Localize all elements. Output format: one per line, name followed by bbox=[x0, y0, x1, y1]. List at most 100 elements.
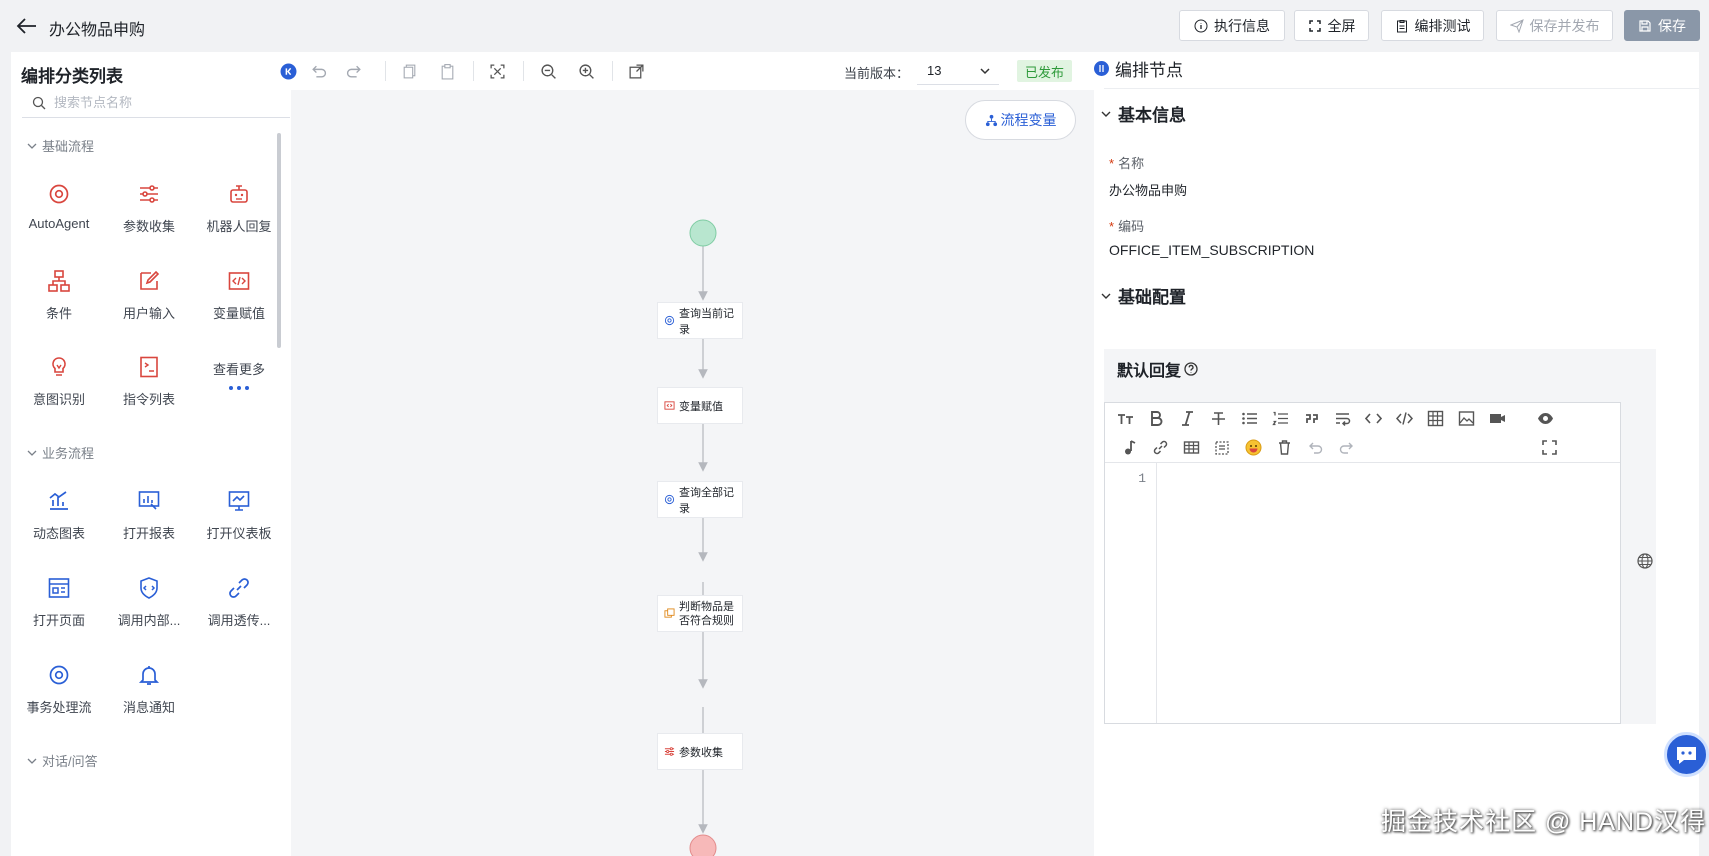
code-label-text: 编码 bbox=[1118, 219, 1145, 234]
version-select[interactable]: 13 bbox=[917, 58, 999, 85]
assistant-float-button[interactable] bbox=[1664, 732, 1709, 777]
undo-icon bbox=[1308, 442, 1322, 454]
tool-dynamic-chart[interactable]: 动态图表 bbox=[14, 484, 104, 542]
emoji-button[interactable] bbox=[1241, 435, 1265, 459]
ordered-list-button[interactable] bbox=[1268, 406, 1292, 430]
bold-button[interactable] bbox=[1144, 406, 1168, 430]
help-icon[interactable] bbox=[1184, 362, 1198, 376]
tool-transaction-flow[interactable]: 事务处理流 bbox=[14, 658, 104, 716]
wrap-button[interactable] bbox=[1330, 406, 1354, 430]
insert-table-button[interactable] bbox=[1179, 435, 1203, 459]
tool-user-input[interactable]: 用户输入 bbox=[104, 264, 194, 322]
section-business-flow[interactable]: 业务流程 bbox=[26, 443, 94, 462]
image-button[interactable] bbox=[1454, 406, 1478, 430]
inline-code-button[interactable] bbox=[1361, 406, 1385, 430]
shield-code-icon bbox=[140, 577, 158, 599]
target-icon bbox=[664, 315, 675, 326]
basic-info-header[interactable]: 基本信息 bbox=[1100, 101, 1186, 126]
code-block-button[interactable] bbox=[1392, 406, 1416, 430]
sliders-icon bbox=[664, 747, 675, 756]
bullet-list-button[interactable] bbox=[1237, 406, 1261, 430]
editor-fullscreen-button[interactable] bbox=[1537, 435, 1561, 459]
toolbar-divider bbox=[612, 61, 613, 81]
italic-button[interactable] bbox=[1175, 406, 1199, 430]
audio-button[interactable] bbox=[1117, 435, 1141, 459]
orchestration-test-button[interactable]: 编排测试 bbox=[1381, 10, 1484, 41]
zoom-in-button[interactable] bbox=[575, 60, 597, 82]
export-button[interactable] bbox=[625, 60, 647, 82]
tool-call-internal[interactable]: 调用内部... bbox=[104, 571, 194, 629]
insert-link-button[interactable] bbox=[1148, 435, 1172, 459]
flow-node[interactable]: 查询全部记录 bbox=[658, 482, 742, 517]
tool-autoagent[interactable]: AutoAgent bbox=[14, 177, 104, 231]
collapse-left-icon bbox=[280, 63, 296, 79]
node-search-input[interactable] bbox=[54, 95, 274, 110]
tool-robot-reply[interactable]: 机器人回复 bbox=[194, 177, 284, 235]
footer-watermark: 掘金技术社区 @ HAND汉得 bbox=[1381, 808, 1707, 836]
chevron-down-icon bbox=[1101, 111, 1111, 117]
paste-button[interactable] bbox=[436, 60, 458, 82]
globe-icon[interactable] bbox=[1636, 552, 1654, 570]
code-label: * 编码 bbox=[1109, 219, 1145, 234]
preview-button[interactable] bbox=[1533, 406, 1557, 430]
flow-node-label: 参数收集 bbox=[679, 746, 723, 759]
wrap-icon bbox=[1335, 412, 1350, 426]
name-label: * 名称 bbox=[1109, 156, 1145, 171]
test-label: 编排测试 bbox=[1414, 17, 1471, 34]
clear-button[interactable] bbox=[1272, 435, 1296, 459]
redo-icon bbox=[1339, 442, 1353, 454]
end-node[interactable] bbox=[689, 834, 717, 856]
flow-node[interactable]: 查询当前记录 bbox=[658, 303, 742, 338]
condition-icon bbox=[664, 608, 675, 618]
heading-button[interactable] bbox=[1113, 406, 1137, 430]
tool-command-list[interactable]: 指令列表 bbox=[104, 350, 194, 408]
tool-param-collect[interactable]: 参数收集 bbox=[104, 177, 194, 235]
strikethrough-button[interactable] bbox=[1206, 406, 1230, 430]
target-icon bbox=[49, 665, 69, 685]
editor-undo-button[interactable] bbox=[1303, 435, 1327, 459]
undo-button[interactable] bbox=[307, 60, 329, 82]
table-button[interactable] bbox=[1423, 406, 1447, 430]
video-button[interactable] bbox=[1485, 406, 1509, 430]
reply-content-editor[interactable] bbox=[1158, 463, 1618, 723]
redo-button[interactable] bbox=[343, 60, 365, 82]
sliders-icon bbox=[140, 185, 158, 203]
view-more-link[interactable]: 查看更多 bbox=[194, 350, 284, 398]
tool-variable-assign[interactable]: 变量赋值 bbox=[194, 264, 284, 322]
dashboard-icon bbox=[228, 491, 250, 511]
fit-view-button[interactable] bbox=[486, 60, 508, 82]
line-gutter: 1 bbox=[1105, 463, 1157, 723]
editor-redo-button[interactable] bbox=[1334, 435, 1358, 459]
collapse-right-icon[interactable] bbox=[1094, 61, 1109, 76]
default-reply-label: 默认回复 bbox=[1117, 363, 1182, 380]
collapse-left-button[interactable] bbox=[277, 60, 299, 82]
section-dialog-qa[interactable]: 对话/问答 bbox=[26, 751, 98, 770]
flow-node[interactable]: 参数收集 bbox=[658, 734, 742, 769]
table-edit-button[interactable] bbox=[1210, 435, 1234, 459]
save-button[interactable]: 保存 bbox=[1624, 10, 1700, 41]
basic-config-header[interactable]: 基础配置 bbox=[1100, 283, 1186, 308]
tool-intent[interactable]: 意图识别 bbox=[14, 350, 104, 408]
flow-canvas[interactable]: 当前版本： 13 已发布 流程变量 查询当前记录 变量赋值 查询全部记录 判断物… bbox=[280, 52, 1094, 856]
exec-info-button[interactable]: 执行信息 bbox=[1179, 10, 1285, 41]
name-value[interactable]: 办公物品申购 bbox=[1109, 180, 1187, 199]
tool-open-dashboard[interactable]: 打开仪表板 bbox=[194, 484, 284, 542]
fullscreen-button[interactable]: 全屏 bbox=[1294, 10, 1369, 41]
link-icon bbox=[229, 578, 249, 598]
code-value[interactable]: OFFICE_ITEM_SUBSCRIPTION bbox=[1109, 242, 1314, 258]
tool-open-page[interactable]: 打开页面 bbox=[14, 571, 104, 629]
flow-node[interactable]: 变量赋值 bbox=[658, 388, 742, 423]
tool-open-report[interactable]: 打开报表 bbox=[104, 484, 194, 542]
command-list-icon bbox=[140, 356, 158, 378]
tool-message-notify[interactable]: 消息通知 bbox=[104, 658, 194, 716]
section-basic-flow[interactable]: 基础流程 bbox=[26, 136, 94, 155]
zoom-out-button[interactable] bbox=[537, 60, 559, 82]
start-node[interactable] bbox=[689, 219, 717, 247]
flow-node[interactable]: 判断物品是否符合规则 bbox=[658, 596, 742, 631]
copy-button[interactable] bbox=[398, 60, 420, 82]
save-publish-button[interactable]: 保存并发布 bbox=[1496, 10, 1613, 41]
quote-button[interactable] bbox=[1299, 406, 1323, 430]
tool-call-passthrough[interactable]: 调用透传... bbox=[194, 571, 284, 629]
tool-condition[interactable]: 条件 bbox=[14, 264, 104, 322]
back-arrow-icon[interactable] bbox=[14, 14, 40, 38]
